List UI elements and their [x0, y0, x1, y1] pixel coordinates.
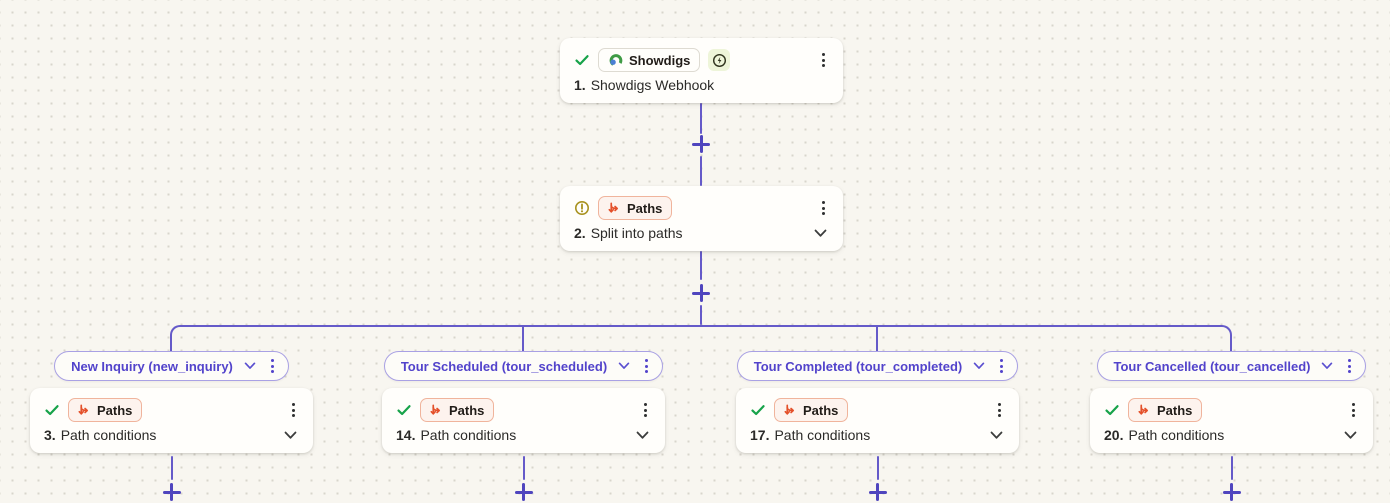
add-step-button[interactable]: [692, 284, 710, 302]
chevron-down-icon[interactable]: [1319, 360, 1335, 372]
connector-line: [171, 456, 173, 480]
chevron-down-icon[interactable]: [1342, 429, 1359, 442]
branch-tree-stub: [522, 326, 524, 351]
check-icon: [396, 402, 412, 418]
branch-column: Tour Completed (tour_completed): [736, 351, 1019, 501]
connector-line: [700, 251, 702, 280]
check-icon: [44, 402, 60, 418]
chevron-down-icon[interactable]: [282, 429, 299, 442]
add-step-button[interactable]: [869, 483, 887, 501]
kebab-menu-icon[interactable]: [818, 198, 829, 218]
branch-pill[interactable]: Tour Cancelled (tour_cancelled): [1097, 351, 1367, 381]
branch-label: New Inquiry (new_inquiry): [71, 359, 233, 374]
connector-line: [1231, 456, 1233, 480]
paths-split-icon: [784, 404, 797, 417]
app-label: Paths: [627, 201, 662, 216]
app-pill-paths[interactable]: Paths: [598, 196, 672, 220]
branch-column: Tour Scheduled (tour_scheduled): [382, 351, 665, 501]
check-icon: [750, 402, 766, 418]
step-title: Path conditions: [774, 427, 870, 443]
kebab-menu-icon[interactable]: [1348, 400, 1359, 420]
step-number: 17.: [750, 427, 769, 443]
step-title: Path conditions: [420, 427, 516, 443]
app-pill-paths[interactable]: Paths: [68, 398, 142, 422]
connector-line: [877, 456, 879, 480]
step-number: 20.: [1104, 427, 1123, 443]
kebab-menu-icon[interactable]: [996, 356, 1007, 376]
chevron-down-icon[interactable]: [988, 429, 1005, 442]
add-step-button[interactable]: [163, 483, 181, 501]
branch-pill[interactable]: New Inquiry (new_inquiry): [54, 351, 289, 381]
step-title: Path conditions: [1128, 427, 1224, 443]
kebab-menu-icon[interactable]: [640, 400, 651, 420]
app-label: Showdigs: [629, 53, 690, 68]
step-number: 14.: [396, 427, 415, 443]
check-icon: [1104, 402, 1120, 418]
branch-label: Tour Completed (tour_completed): [754, 359, 962, 374]
step-card-path[interactable]: Paths 17. Path conditions: [736, 388, 1019, 453]
step-card-trigger[interactable]: Showdigs 1. Showdigs Webhook: [560, 38, 843, 103]
instant-trigger-icon: [708, 49, 730, 71]
add-step-button[interactable]: [1223, 483, 1241, 501]
branch-column: Tour Cancelled (tour_cancelled): [1090, 351, 1373, 501]
chevron-down-icon[interactable]: [242, 360, 258, 372]
workflow-canvas[interactable]: Showdigs 1. Showdigs Webhook: [0, 0, 1390, 503]
step-card-path[interactable]: Paths 3. Path conditions: [30, 388, 313, 453]
branch-tree-stub: [876, 326, 878, 351]
connector-line: [700, 305, 702, 325]
kebab-menu-icon[interactable]: [994, 400, 1005, 420]
step-title: Showdigs Webhook: [591, 77, 714, 93]
step-number: 3.: [44, 427, 56, 443]
branch-label: Tour Cancelled (tour_cancelled): [1114, 359, 1311, 374]
branch-label: Tour Scheduled (tour_scheduled): [401, 359, 607, 374]
branch-pill[interactable]: Tour Scheduled (tour_scheduled): [384, 351, 663, 381]
add-step-button[interactable]: [692, 135, 710, 153]
branch-column: New Inquiry (new_inquiry): [30, 351, 313, 501]
app-label: Paths: [1157, 403, 1192, 418]
connector-line: [523, 456, 525, 480]
kebab-menu-icon[interactable]: [818, 50, 829, 70]
connector-line: [700, 103, 702, 134]
paths-split-icon: [78, 404, 91, 417]
step-card-path[interactable]: Paths 20. Path conditions: [1090, 388, 1373, 453]
chevron-down-icon[interactable]: [971, 360, 987, 372]
branch-tree-connector: [170, 325, 1232, 351]
step-number: 2.: [574, 225, 586, 241]
kebab-menu-icon[interactable]: [1344, 356, 1355, 376]
app-pill-paths[interactable]: Paths: [774, 398, 848, 422]
step-card-split[interactable]: Paths 2. Split into paths: [560, 186, 843, 251]
branch-pill[interactable]: Tour Completed (tour_completed): [737, 351, 1018, 381]
paths-split-icon: [608, 202, 621, 215]
paths-split-icon: [1138, 404, 1151, 417]
app-pill-paths[interactable]: Paths: [420, 398, 494, 422]
app-label: Paths: [97, 403, 132, 418]
chevron-down-icon[interactable]: [616, 360, 632, 372]
warning-icon: [574, 200, 590, 216]
check-icon: [574, 52, 590, 68]
app-label: Paths: [803, 403, 838, 418]
paths-split-icon: [430, 404, 443, 417]
chevron-down-icon[interactable]: [634, 429, 651, 442]
app-pill-showdigs[interactable]: Showdigs: [598, 48, 700, 72]
app-pill-paths[interactable]: Paths: [1128, 398, 1202, 422]
step-card-path[interactable]: Paths 14. Path conditions: [382, 388, 665, 453]
add-step-button[interactable]: [515, 483, 533, 501]
showdigs-logo-icon: [608, 53, 623, 68]
step-title: Split into paths: [591, 225, 683, 241]
app-label: Paths: [449, 403, 484, 418]
kebab-menu-icon[interactable]: [641, 356, 652, 376]
kebab-menu-icon[interactable]: [288, 400, 299, 420]
chevron-down-icon[interactable]: [812, 227, 829, 240]
kebab-menu-icon[interactable]: [267, 356, 278, 376]
step-title: Path conditions: [61, 427, 157, 443]
connector-line: [700, 156, 702, 186]
step-number: 1.: [574, 77, 586, 93]
